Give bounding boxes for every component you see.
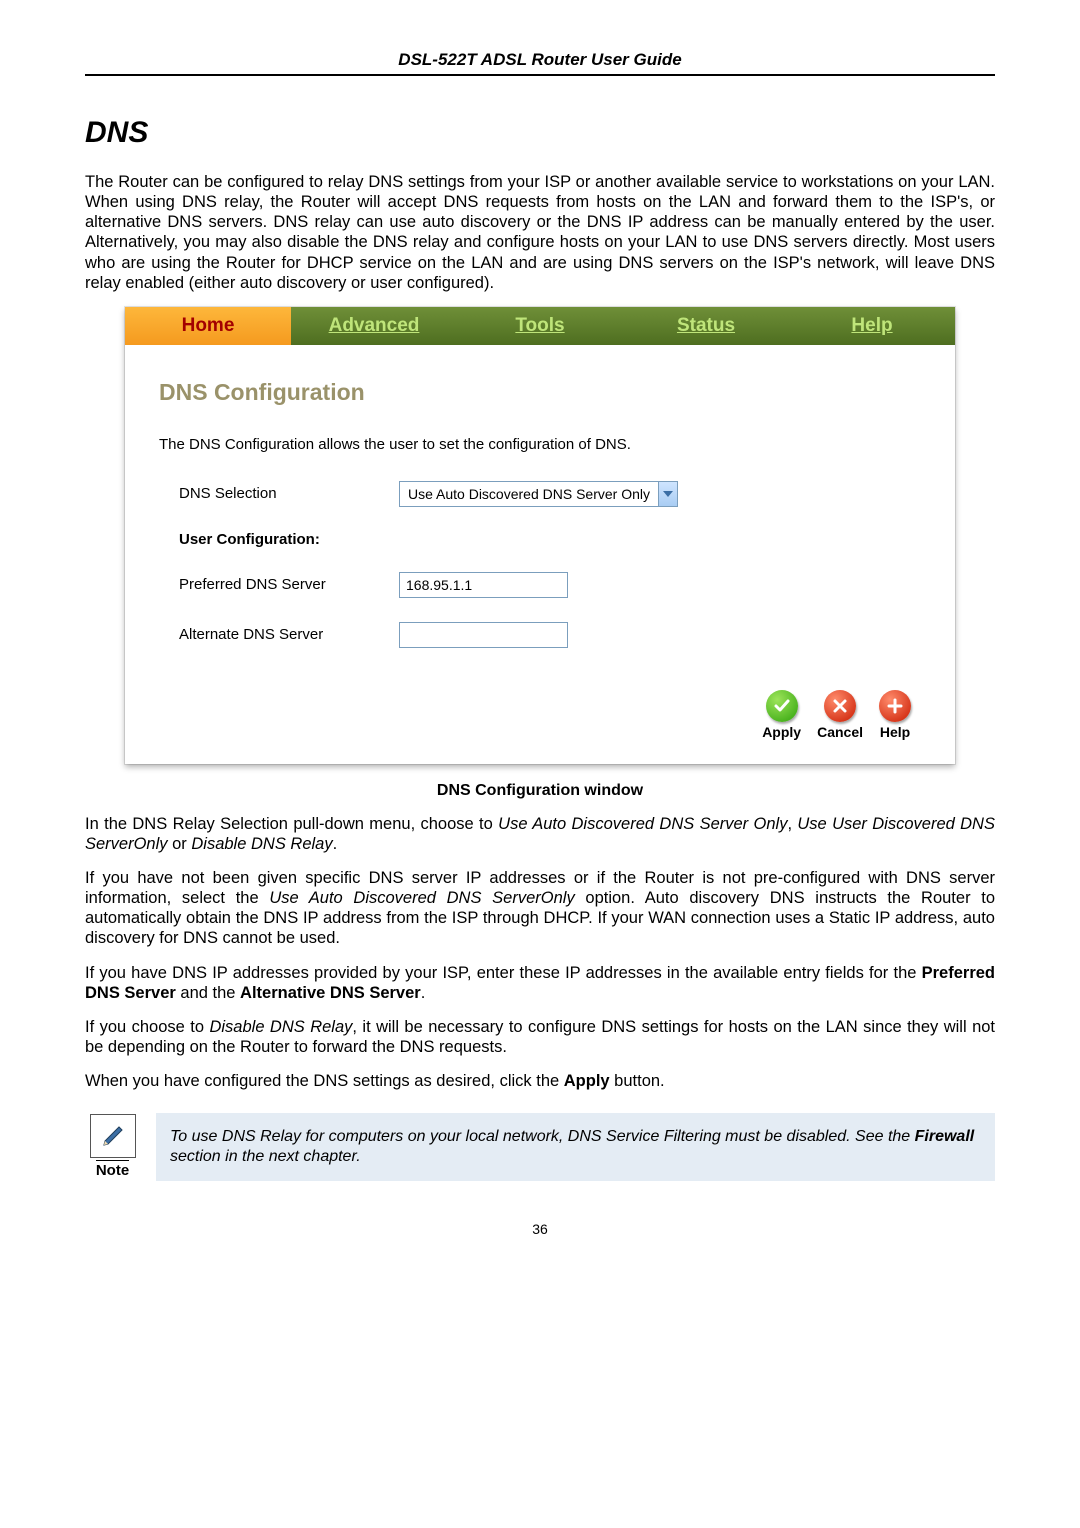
panel-description: The DNS Configuration allows the user to… (159, 416, 921, 481)
user-configuration-heading: User Configuration: (179, 531, 399, 548)
x-icon (824, 690, 856, 722)
preferred-dns-input[interactable] (399, 572, 568, 598)
alternate-dns-input[interactable] (399, 622, 568, 648)
tab-tools[interactable]: Tools (457, 307, 623, 345)
pencil-icon (90, 1114, 136, 1158)
chevron-down-icon (658, 482, 677, 506)
note-block: Note To use DNS Relay for computers on y… (85, 1113, 995, 1181)
panel-title: DNS Configuration (159, 355, 921, 416)
apply-label: Apply (762, 724, 801, 740)
paragraph-auto-discover: If you have not been given specific DNS … (85, 868, 995, 949)
paragraph-relay-selection: In the DNS Relay Selection pull-down men… (85, 814, 995, 854)
figure-caption: DNS Configuration window (85, 782, 995, 800)
document-header: DSL-522T ADSL Router User Guide (85, 50, 995, 76)
intro-paragraph: The Router can be configured to relay DN… (85, 172, 995, 293)
tab-status[interactable]: Status (623, 307, 789, 345)
paragraph-disable-relay: If you choose to Disable DNS Relay, it w… (85, 1017, 995, 1057)
plus-icon (879, 690, 911, 722)
help-label: Help (880, 724, 910, 740)
paragraph-apply: When you have configured the DNS setting… (85, 1071, 995, 1091)
check-icon (766, 690, 798, 722)
tab-help[interactable]: Help (789, 307, 955, 345)
apply-button[interactable]: Apply (762, 690, 801, 740)
tab-advanced[interactable]: Advanced (291, 307, 457, 345)
note-label: Note (96, 1160, 129, 1179)
dns-selection-dropdown[interactable]: Use Auto Discovered DNS Server Only (399, 481, 678, 507)
alternate-dns-label: Alternate DNS Server (179, 626, 399, 643)
page-number: 36 (85, 1221, 995, 1237)
cancel-button[interactable]: Cancel (817, 690, 863, 740)
router-config-panel: Home Advanced Tools Status Help DNS Conf… (125, 307, 955, 764)
dns-selection-label: DNS Selection (179, 485, 399, 502)
section-title: DNS (85, 116, 995, 150)
help-button[interactable]: Help (879, 690, 911, 740)
tab-home[interactable]: Home (125, 307, 291, 345)
cancel-label: Cancel (817, 724, 863, 740)
note-text: To use DNS Relay for computers on your l… (156, 1113, 995, 1181)
preferred-dns-label: Preferred DNS Server (179, 576, 399, 593)
dns-selection-value: Use Auto Discovered DNS Server Only (400, 486, 658, 502)
paragraph-isp-addresses: If you have DNS IP addresses provided by… (85, 963, 995, 1003)
tab-row: Home Advanced Tools Status Help (125, 307, 955, 345)
